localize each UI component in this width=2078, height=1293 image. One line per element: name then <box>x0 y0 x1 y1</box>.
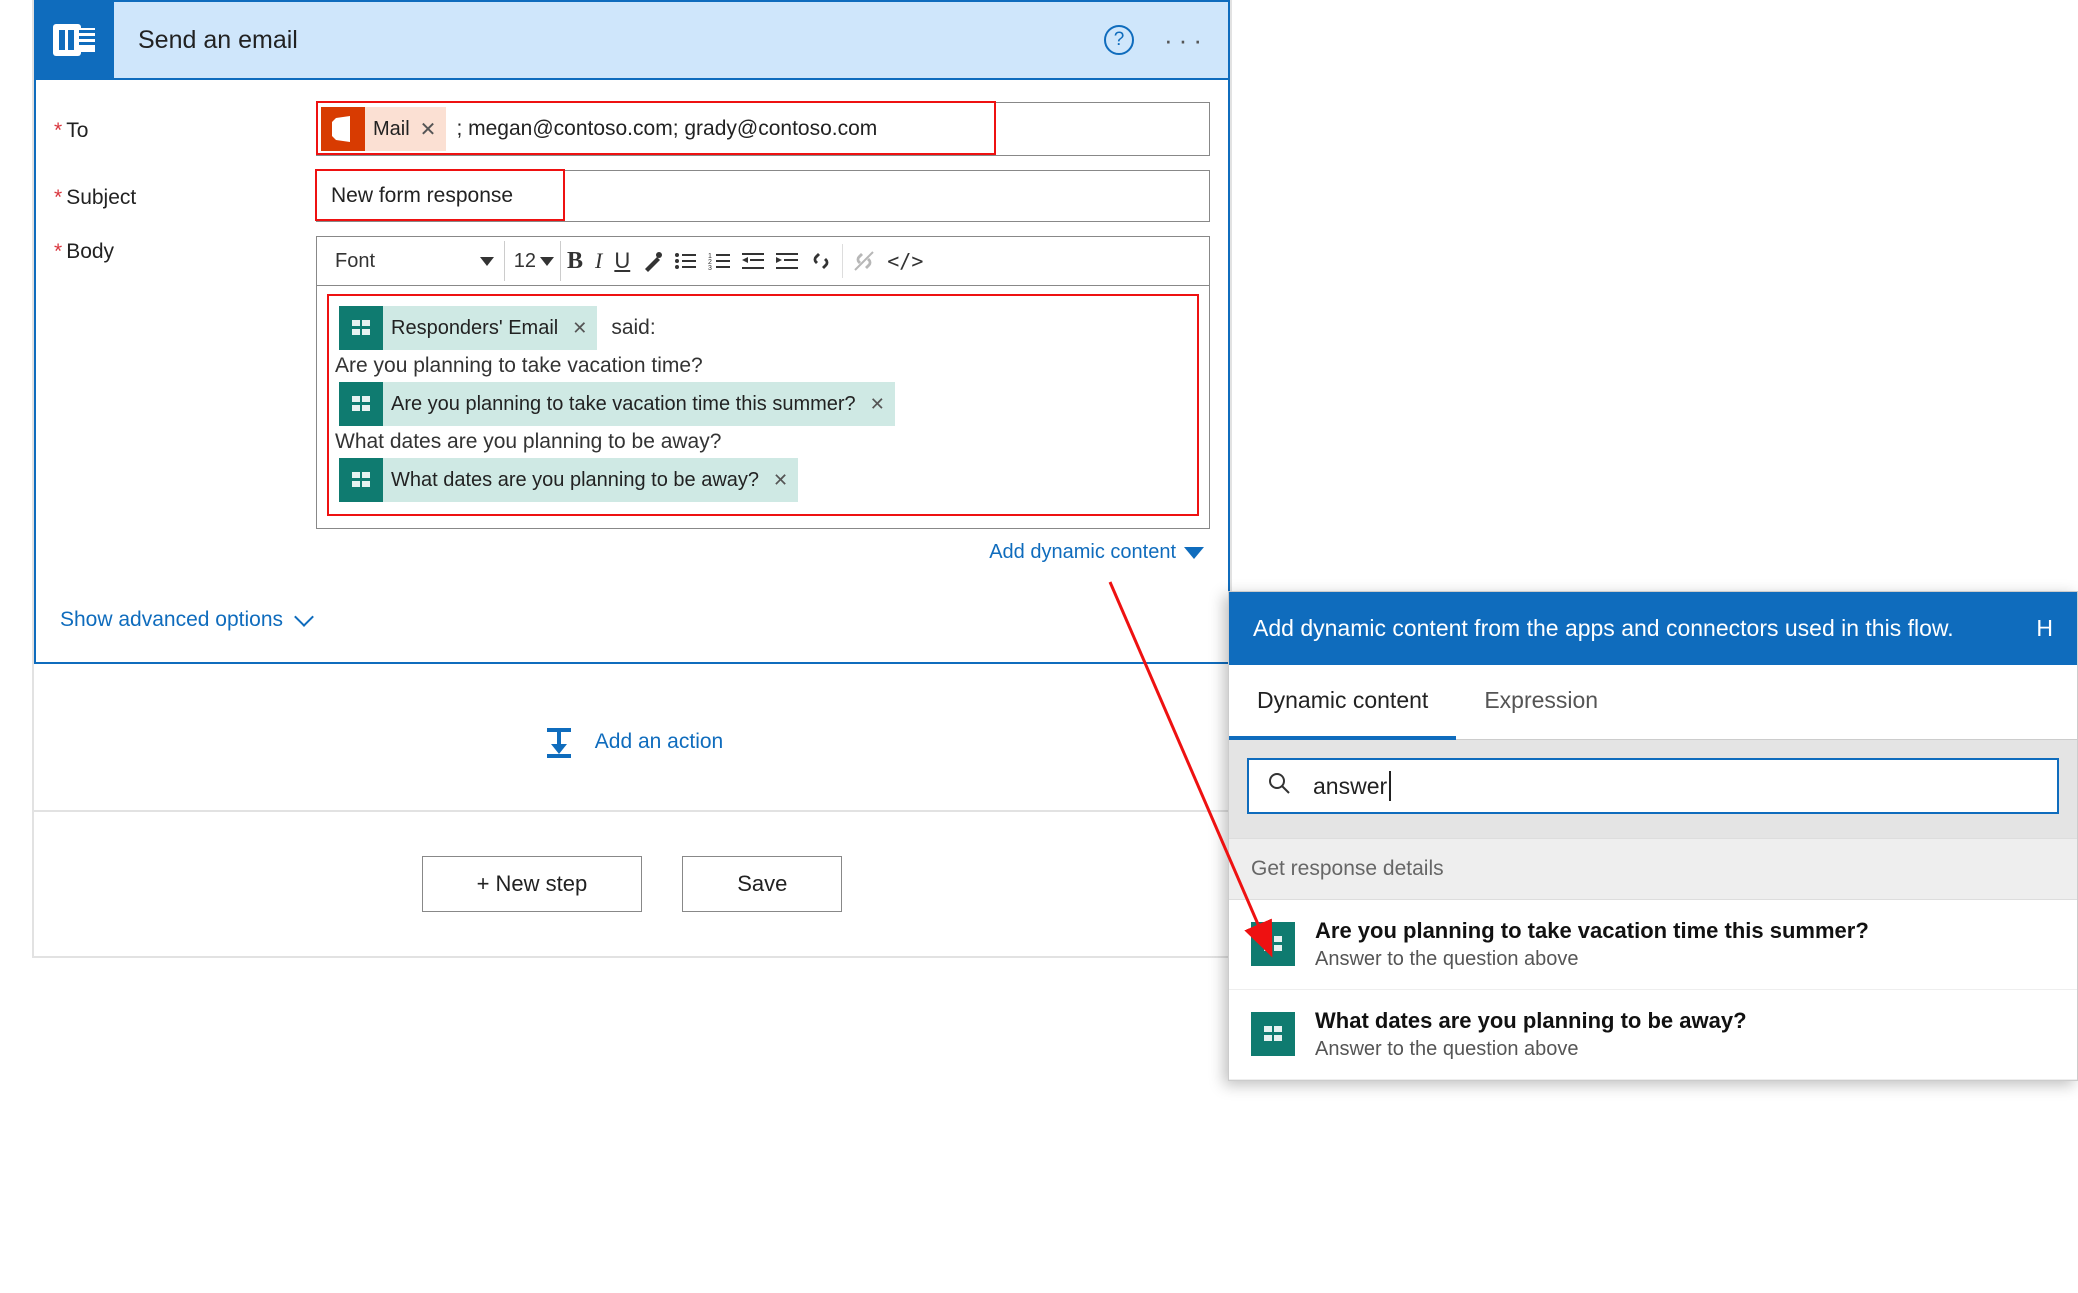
result-subtitle: Answer to the question above <box>1315 948 1869 971</box>
text-cursor <box>1389 771 1391 801</box>
highlight-box: Responders' Email ✕ said: Are you planni… <box>327 294 1199 516</box>
dynamic-token-q1[interactable]: Are you planning to take vacation time t… <box>339 382 895 426</box>
rich-text-toolbar: Font 12 B I U <box>316 236 1210 286</box>
tab-expression[interactable]: Expression <box>1456 665 1626 739</box>
bulleted-list-button[interactable] <box>668 241 702 281</box>
row-to: *To Mail ✕ ; megan@contoso.com; grady@co… <box>54 102 1210 156</box>
unlink-button[interactable] <box>847 241 881 281</box>
dynamic-token-responders-email[interactable]: Responders' Email ✕ <box>339 306 597 350</box>
office-icon <box>321 107 365 151</box>
subject-input[interactable]: New form response <box>316 170 1210 222</box>
indent-button[interactable] <box>770 241 804 281</box>
underline-button[interactable]: U <box>608 241 636 281</box>
tab-dynamic-content[interactable]: Dynamic content <box>1229 665 1456 740</box>
font-size-dropdown[interactable]: 12 <box>505 241 561 281</box>
font-dropdown[interactable]: Font <box>325 241 505 281</box>
footer-buttons: + New step Save <box>34 810 1230 956</box>
close-icon[interactable]: ✕ <box>420 117 437 142</box>
dynamic-result-item[interactable]: What dates are you planning to be away? … <box>1229 990 2077 1080</box>
result-title: What dates are you planning to be away? <box>1315 1008 1747 1034</box>
forms-icon <box>339 458 383 502</box>
row-subject: *Subject New form response <box>54 170 1210 222</box>
dynamic-search-input[interactable]: answer <box>1247 758 2059 814</box>
caret-down-icon <box>540 257 554 266</box>
close-icon[interactable]: ✕ <box>773 470 788 491</box>
close-icon[interactable]: ✕ <box>870 394 885 415</box>
more-icon[interactable]: ··· <box>1164 25 1208 56</box>
outlook-icon <box>36 1 114 79</box>
section-get-response-details: Get response details <box>1229 838 2077 900</box>
close-icon[interactable]: ✕ <box>572 318 587 339</box>
bold-button[interactable]: B <box>561 241 589 281</box>
add-dynamic-content-link[interactable]: Add dynamic content <box>316 529 1210 564</box>
to-text: ; megan@contoso.com; grady@contoso.com <box>456 117 877 141</box>
show-advanced-options[interactable]: Show advanced options <box>54 578 1210 638</box>
new-step-button[interactable]: + New step <box>422 856 643 912</box>
caret-down-icon <box>480 257 494 266</box>
result-title: Are you planning to take vacation time t… <box>1315 918 1869 944</box>
dynamic-content-panel: Add dynamic content from the apps and co… <box>1228 591 2078 1081</box>
action-title: Send an email <box>114 26 1104 55</box>
dynamic-panel-header: Add dynamic content from the apps and co… <box>1229 592 2077 665</box>
link-button[interactable] <box>804 241 838 281</box>
dynamic-tabs: Dynamic content Expression <box>1229 665 2077 740</box>
forms-icon <box>339 306 383 350</box>
forms-icon <box>1251 1012 1295 1056</box>
save-button[interactable]: Save <box>682 856 842 912</box>
body-text: Are you planning to take vacation time? <box>335 354 703 378</box>
numbered-list-button[interactable]: 123 <box>702 241 736 281</box>
dynamic-result-item[interactable]: Are you planning to take vacation time t… <box>1229 900 2077 990</box>
code-view-button[interactable]: </> <box>881 241 929 281</box>
label-body: Body <box>66 240 114 263</box>
outdent-button[interactable] <box>736 241 770 281</box>
help-icon[interactable]: ? <box>1104 25 1134 55</box>
dynamic-token-q2[interactable]: What dates are you planning to be away? … <box>339 458 798 502</box>
caret-down-icon <box>1184 547 1204 559</box>
label-subject: Subject <box>66 186 136 209</box>
action-header[interactable]: Send an email ? ··· <box>36 2 1228 80</box>
search-value: answer <box>1313 773 1387 800</box>
label-to: To <box>66 119 88 142</box>
svg-text:3: 3 <box>708 265 712 271</box>
row-body: *Body Font 12 B I U <box>54 236 1210 564</box>
body-text: said: <box>611 316 655 340</box>
send-email-card: Send an email ? ··· *To Mail ✕ <box>32 0 1232 958</box>
action-card: Send an email ? ··· *To Mail ✕ <box>34 0 1230 664</box>
add-action-button[interactable]: Add an action <box>34 664 1230 810</box>
chevron-down-icon <box>294 607 314 627</box>
search-icon <box>1267 771 1291 801</box>
color-picker-button[interactable] <box>636 241 668 281</box>
forms-icon <box>339 382 383 426</box>
forms-icon <box>1251 922 1295 966</box>
dynamic-token-mail[interactable]: Mail ✕ <box>321 107 446 151</box>
hide-link[interactable]: H <box>2036 612 2053 645</box>
to-input[interactable]: Mail ✕ ; megan@contoso.com; grady@contos… <box>316 102 1210 156</box>
result-subtitle: Answer to the question above <box>1315 1038 1747 1061</box>
body-text: What dates are you planning to be away? <box>335 430 721 454</box>
add-action-icon <box>541 724 577 760</box>
italic-button[interactable]: I <box>589 241 608 281</box>
body-input[interactable]: Responders' Email ✕ said: Are you planni… <box>316 286 1210 529</box>
